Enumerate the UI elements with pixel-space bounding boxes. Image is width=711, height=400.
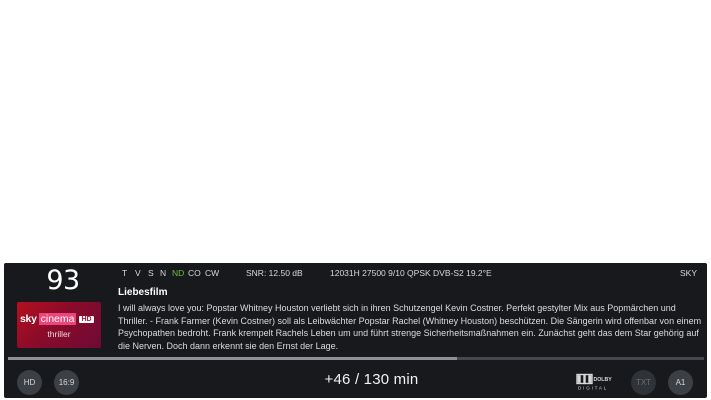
program-title: Liebesfilm	[118, 287, 168, 298]
audio-track-indicator: A1	[668, 370, 693, 395]
teletext-indicator: TXT	[631, 370, 656, 395]
hd-indicator: HD	[17, 370, 42, 395]
flag-n: N	[160, 268, 167, 278]
program-description: I will always love you: Popstar Whitney …	[118, 303, 702, 351]
aspect-ratio-indicator: 16:9	[54, 370, 79, 395]
dolby-digital-icon: DOLBY DIGITAL	[576, 373, 613, 391]
logo-genre: thriller	[47, 329, 71, 339]
logo-brand: sky	[20, 313, 37, 325]
program-progress-fill	[8, 357, 457, 360]
logo-name: cinema	[38, 313, 77, 325]
program-progress-bar	[8, 357, 704, 360]
svg-text:DOLBY: DOLBY	[594, 377, 613, 383]
signal-status-line: T V S N ND CO CW SNR: 12.50 dB 12031H 27…	[122, 268, 697, 280]
flag-s: S	[148, 268, 154, 278]
channel-info-bar: 93 sky cinema HD thriller T V S N ND CO CW…	[4, 263, 707, 398]
channel-number: 93	[46, 265, 80, 296]
flag-t: T	[122, 268, 128, 278]
flag-nd: ND	[172, 268, 185, 278]
flag-v: V	[135, 268, 141, 278]
snr-readout: SNR: 12.50 dB	[246, 268, 303, 278]
flag-cw: CW	[205, 268, 220, 278]
provider-name: SKY	[679, 268, 697, 278]
transponder-info: 12031H 27500 9/10 QPSK DVB-S2 19.2°E	[330, 268, 492, 278]
svg-text:DIGITAL: DIGITAL	[578, 386, 608, 391]
logo-hd-badge: HD	[79, 316, 94, 323]
channel-logo: sky cinema HD thriller	[17, 302, 101, 348]
time-remaining: +46 / 130 min	[324, 371, 419, 388]
flag-co: CO	[188, 268, 201, 278]
